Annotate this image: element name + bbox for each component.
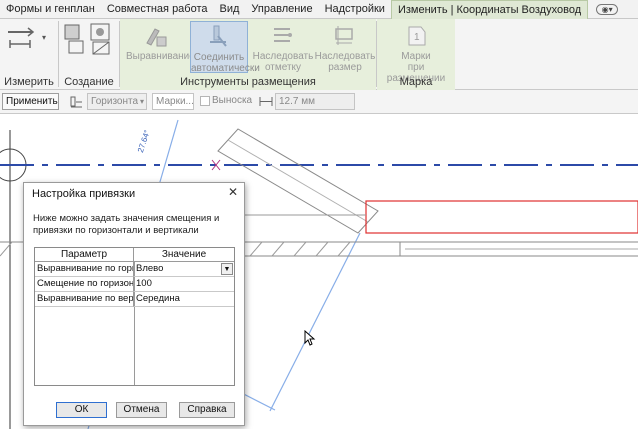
auto-connect-button[interactable]: Соединить автоматически [190,21,260,74]
align-icon [146,28,167,47]
selected-duct[interactable] [365,200,638,234]
orientation-combo[interactable]: Горизонта ▾ [87,93,147,110]
svg-text:1: 1 [414,32,420,43]
h-align-select[interactable]: Влево ▼ [134,262,234,277]
tag-on-placement-label-1: Марки [401,51,431,62]
chevron-down-icon: ▾ [139,97,144,106]
align-button[interactable]: Выравнивание [126,21,195,73]
inherit-size-label-1: Наследовать [314,51,376,62]
orientation-value: Горизонта [91,96,139,107]
h-align-value: Влево [136,263,164,274]
panel-placement-tools: Выравнивание Соединить автоматически Нас… [120,19,376,90]
tab-manage[interactable]: Управление [245,0,318,19]
reference-line [269,232,361,412]
dialog-title: Настройка привязки [32,188,136,200]
inherit-elevation-label-1: Наследовать [252,51,314,62]
duct-centerline [227,139,369,223]
auto-connect-label-2: автоматически [191,63,260,74]
measure-tool-icon[interactable] [6,24,36,59]
column-header-value: Значение [134,248,234,262]
measure-dropdown-icon[interactable]: ▾ [42,33,46,42]
auto-connect-label-1: Соединить [193,52,245,63]
ribbon: ▾ Измерить Создание Выравнивание Соедини… [0,19,638,90]
orientation-icon [70,95,83,111]
callout-label: Выноска [212,95,253,106]
row-param-h-align[interactable]: Выравнивание по гори [35,262,134,277]
tab-view[interactable]: Вид [214,0,246,19]
tab-modify-duct-placeholder[interactable]: Изменить | Координаты Воздуховод [390,0,589,19]
panel-measure: ▾ Измерить [0,19,58,90]
h-offset-input[interactable]: 100 [134,277,234,292]
create-component-icon[interactable] [63,22,115,59]
inherit-size-button[interactable]: Наследовать размер [314,21,376,73]
row-param-h-offset[interactable]: Смещение по горизон [35,277,134,292]
inherit-elevation-button[interactable]: Наследовать отметку [252,21,314,73]
panel-create: Создание [59,19,119,90]
tab-addins[interactable]: Надстройки [319,0,391,19]
apply-button[interactable]: Применить [2,93,59,110]
panel-placement-tools-label: Инструменты размещения [180,76,316,88]
ok-button[interactable]: ОК [56,402,107,418]
panel-mark: 1 Марки при размещении Марка [377,19,455,90]
mouse-cursor-icon [304,329,316,349]
close-icon[interactable]: ✕ [226,185,240,199]
inherit-elevation-label-2: отметку [264,62,302,73]
chevron-down-icon[interactable]: ▼ [221,263,233,275]
panel-create-label: Создание [64,76,114,88]
column-header-parameter: Параметр [35,248,134,262]
tab-collaborate[interactable]: Совместная работа [101,0,214,19]
v-align-select[interactable]: Середина [134,292,234,307]
align-label: Выравнивание [126,51,195,62]
panel-mark-label: Марка [399,76,433,88]
length-input[interactable]: 12.7 мм [275,93,355,110]
inherit-size-label-2: размер [328,62,362,73]
dialog-description: Ниже можно задать значения смещения и пр… [33,213,220,236]
snap-settings-dialog: Настройка привязки ✕ Ниже можно задать з… [23,182,245,426]
auto-connect-icon [210,25,227,47]
inherit-size-icon [335,26,353,45]
inherit-elevation-icon [274,28,292,42]
cancel-button[interactable]: Отмена [116,402,167,418]
tag-on-placement-button[interactable]: 1 Марки при размещении [381,21,451,84]
ribbon-minimize-icon[interactable]: ◉▾ [596,4,619,15]
panel-measure-label: Измерить [4,76,54,88]
length-icon [259,96,273,110]
callout-checkbox[interactable] [200,96,210,106]
tab-forms-site[interactable]: Формы и генплан [0,0,101,19]
parameters-grid: Параметр Значение Выравнивание по гори В… [34,247,235,386]
help-button[interactable]: Справка [179,402,235,418]
tag-icon: 1 [408,26,426,46]
marks-input[interactable]: Марки... [152,93,194,110]
row-param-v-align[interactable]: Выравнивание по верт [35,292,134,307]
options-bar: Применить Горизонта ▾ Марки... Выноска 1… [0,90,638,114]
ribbon-tab-bar: Формы и генплан Совместная работа Вид Уп… [0,0,638,19]
